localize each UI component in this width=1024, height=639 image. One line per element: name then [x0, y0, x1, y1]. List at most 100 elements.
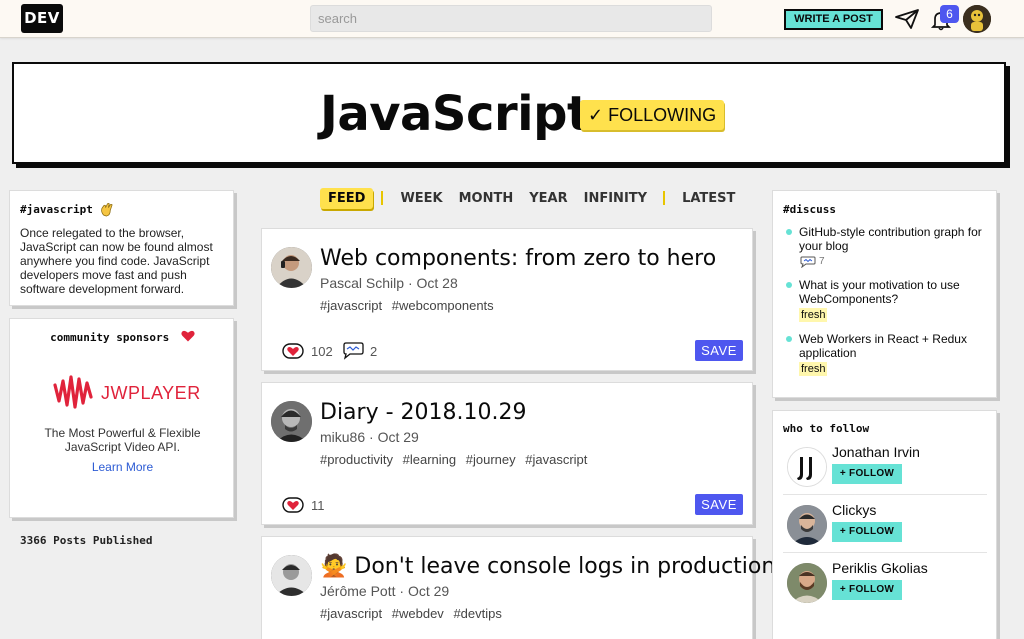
tab-infinity[interactable]: INFINITY [576, 191, 655, 206]
notification-count-badge[interactable]: 6 [940, 5, 959, 23]
fresh-badge: fresh [799, 308, 828, 322]
tab-feed[interactable]: FEED [320, 187, 374, 209]
article-card[interactable]: 🙅 Don't leave console logs in production… [261, 536, 775, 639]
follow-user-name[interactable]: Periklis Gkolias [832, 560, 928, 576]
reaction-count: 102 [311, 343, 333, 359]
article-meta: Pascal Schilp · Oct 28 [320, 275, 458, 291]
send-icon[interactable] [895, 9, 919, 29]
comment-icon [800, 256, 816, 268]
article-title[interactable]: Diary - 2018.10.29 [320, 400, 527, 425]
fresh-badge: fresh [799, 362, 828, 376]
who-to-follow-card: who to follow Jonathan Irvin + FOLLOW Cl… [772, 410, 997, 639]
article-date: Oct 28 [416, 275, 458, 291]
feed-tabs: FEED WEEK MONTH YEAR INFINITY LATEST [320, 185, 743, 211]
reactions[interactable]: 11 [282, 496, 325, 514]
article-date: Oct 29 [377, 429, 419, 445]
article-card[interactable]: Web components: from zero to hero Pascal… [261, 228, 753, 371]
article-tags: #javascript #webdev #devtips [320, 606, 508, 621]
jwplayer-brand-text[interactable]: JWPLAYER [101, 383, 201, 404]
discuss-item-title[interactable]: Web Workers in React + Redux application [799, 332, 999, 360]
discuss-title: #discuss [783, 203, 836, 216]
heart-icon [282, 343, 304, 359]
follow-row: Jonathan Irvin + FOLLOW [783, 437, 987, 495]
save-button[interactable]: SAVE [695, 340, 743, 361]
follow-user-name[interactable]: Jonathan Irvin [832, 444, 920, 460]
sponsors-card: community sponsors JWPLAYER The Most Pow… [9, 318, 234, 518]
follow-avatar[interactable] [787, 447, 827, 487]
discuss-item-title[interactable]: GitHub-style contribution graph for your… [799, 225, 999, 253]
article-author[interactable]: Pascal Schilp [320, 275, 404, 291]
article-card[interactable]: Diary - 2018.10.29 miku86 · Oct 29 #prod… [261, 382, 753, 525]
user-avatar[interactable] [963, 5, 991, 33]
article-tags: #productivity #learning #journey #javasc… [320, 452, 593, 467]
discuss-item[interactable]: GitHub-style contribution graph for your… [786, 225, 999, 269]
article-tag[interactable]: #devtips [453, 606, 501, 621]
meta-separator: · [407, 275, 417, 291]
tab-divider [381, 191, 384, 205]
tab-latest[interactable]: LATEST [674, 191, 743, 206]
article-tag[interactable]: #webdev [392, 606, 444, 621]
sponsor-learn-more-link[interactable]: Learn More [10, 460, 235, 474]
meta-separator: · [399, 583, 408, 599]
article-tag[interactable]: #javascript [525, 452, 587, 467]
follow-button[interactable]: + FOLLOW [832, 522, 902, 542]
discuss-item[interactable]: What is your motivation to use WebCompon… [786, 278, 999, 322]
article-date: Oct 29 [407, 583, 450, 599]
bullet-dot [786, 282, 792, 288]
following-button[interactable]: ✓ FOLLOWING [580, 100, 725, 130]
bullet-dot [786, 336, 792, 342]
follow-button[interactable]: + FOLLOW [832, 464, 902, 484]
article-author[interactable]: Jérôme Pott [320, 583, 395, 599]
follow-user-name[interactable]: Clickys [832, 502, 876, 518]
author-avatar[interactable] [271, 555, 312, 596]
follow-avatar[interactable] [787, 505, 827, 545]
meta-separator: · [369, 429, 378, 445]
about-title-row: #javascript [20, 202, 223, 217]
comment-icon [343, 342, 364, 360]
about-text: Once relegated to the browser, JavaScrip… [20, 226, 213, 296]
author-avatar[interactable] [271, 247, 312, 288]
write-post-button[interactable]: WRITE A POST [784, 9, 883, 30]
save-button[interactable]: SAVE [695, 494, 743, 515]
tab-divider [663, 191, 666, 205]
discuss-card: #discuss GitHub-style contribution graph… [772, 190, 997, 398]
heart-icon [282, 497, 304, 513]
article-tag[interactable]: #javascript [320, 606, 382, 621]
article-tag[interactable]: #journey [466, 452, 516, 467]
who-to-follow-title: who to follow [783, 422, 870, 435]
comment-count: 2 [370, 343, 378, 359]
tab-week[interactable]: WEEK [392, 191, 450, 206]
article-tag[interactable]: #webcomponents [392, 298, 494, 313]
follow-avatar[interactable] [787, 563, 827, 603]
comments[interactable]: 2 [341, 342, 377, 360]
article-title[interactable]: 🙅 Don't leave console logs in production [320, 554, 775, 579]
follow-row: Periklis Gkolias + FOLLOW [783, 553, 987, 611]
dev-logo[interactable]: DEV [21, 4, 63, 33]
tab-month[interactable]: MONTH [451, 191, 522, 206]
heart-icon [181, 330, 195, 342]
top-bar: DEV WRITE A POST 6 [0, 0, 1024, 38]
author-avatar[interactable] [271, 401, 312, 442]
discuss-item-title[interactable]: What is your motivation to use WebCompon… [799, 278, 999, 306]
posts-published-count: 3366 Posts Published [20, 534, 153, 547]
search-input[interactable] [310, 5, 712, 32]
article-meta: miku86 · Oct 29 [320, 429, 419, 445]
follow-button[interactable]: + FOLLOW [832, 580, 902, 600]
tab-year[interactable]: YEAR [521, 191, 575, 206]
wave-hand-icon [101, 203, 113, 217]
reactions[interactable]: 102 [282, 342, 333, 360]
article-tag[interactable]: #javascript [320, 298, 382, 313]
sponsors-title: community sponsors [50, 331, 170, 344]
tag-title: JavaScript [320, 86, 590, 142]
follow-row: Clickys + FOLLOW [783, 495, 987, 553]
article-author[interactable]: miku86 [320, 429, 365, 445]
discuss-comment-count: 7 [819, 256, 825, 267]
about-title: #javascript [20, 203, 93, 216]
sponsor-tagline: The Most Powerful & Flexible JavaScript … [44, 426, 201, 454]
article-tag[interactable]: #learning [403, 452, 457, 467]
tag-header: JavaScript ✓ FOLLOWING [12, 62, 1006, 164]
discuss-item[interactable]: Web Workers in React + Redux application… [786, 332, 999, 376]
article-tag[interactable]: #productivity [320, 452, 393, 467]
bullet-dot [786, 229, 792, 235]
article-title[interactable]: Web components: from zero to hero [320, 246, 716, 271]
